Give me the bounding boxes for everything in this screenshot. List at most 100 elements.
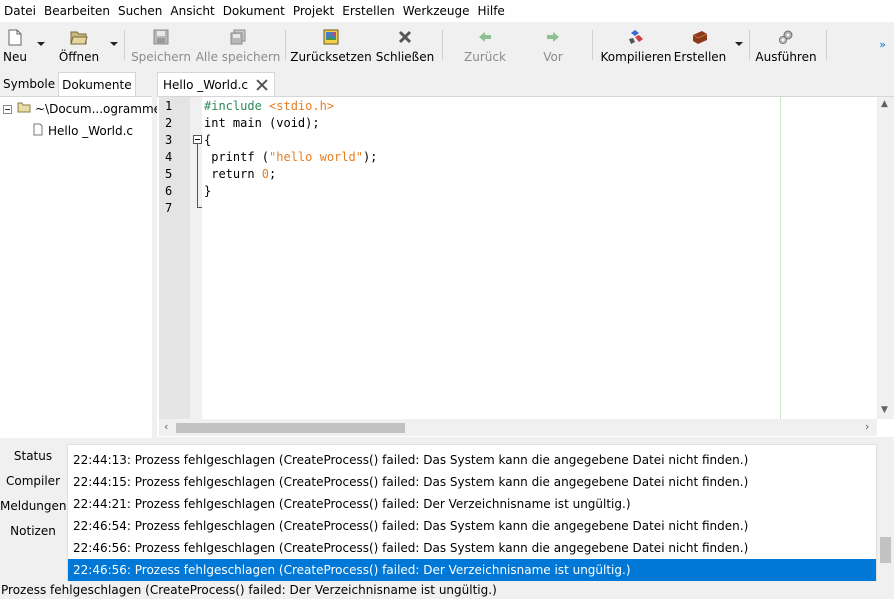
- folder-open-icon: [70, 28, 88, 46]
- code-line-5: return 0;: [204, 166, 276, 183]
- new-file-icon: [6, 28, 24, 46]
- line-number: 5: [165, 167, 173, 181]
- file-icon: [33, 123, 43, 139]
- run-button-label: Ausführen: [755, 50, 817, 64]
- line-number: 2: [165, 116, 173, 130]
- code-token: 0: [261, 167, 270, 181]
- code-line-4: printf ("hello world");: [204, 149, 377, 166]
- folder-label: ~\Docum...ogramme: [35, 102, 162, 116]
- menu-hilfe[interactable]: Hilfe: [474, 0, 509, 22]
- forward-button[interactable]: Vor: [536, 24, 570, 66]
- toolbar-separator: [124, 30, 125, 60]
- code-token: printf (: [204, 150, 270, 164]
- code-token: ;: [269, 167, 277, 181]
- line-number-gutter: 1 2 3 4 5 6 7: [159, 97, 190, 419]
- editor-vertical-scrollbar[interactable]: ▲ ▼: [877, 97, 894, 419]
- menu-ansicht[interactable]: Ansicht: [166, 0, 218, 22]
- toolbar-separator: [826, 30, 827, 60]
- save-all-button[interactable]: Alle speichern: [196, 24, 280, 66]
- code-token: <stdio.h>: [269, 99, 335, 113]
- code-editor[interactable]: 1 2 3 4 5 6 7 #include <stdio.h> int mai…: [157, 96, 894, 437]
- menu-datei[interactable]: Datei: [0, 0, 40, 22]
- line-number: 4: [165, 150, 173, 164]
- folder-icon: [17, 102, 31, 116]
- save-button[interactable]: Speichern: [131, 24, 191, 66]
- list-item[interactable]: 22:46:54: Prozess fehlgeschlagen (Create…: [68, 515, 876, 537]
- scroll-down-icon[interactable]: ▼: [881, 405, 888, 415]
- message-panel: Status Compiler Meldungen Notizen 22:44:…: [0, 444, 894, 582]
- tree-folder-row[interactable]: ~\Docum...ogramme: [3, 99, 161, 119]
- scroll-left-icon[interactable]: ‹: [164, 420, 168, 433]
- save-all-icon: [229, 28, 247, 46]
- scrollbar-thumb[interactable]: [880, 537, 891, 563]
- run-button[interactable]: Ausführen: [755, 24, 817, 66]
- close-button[interactable]: Schließen: [375, 24, 435, 66]
- build-brick-icon: [691, 28, 709, 46]
- forward-button-label: Vor: [543, 50, 563, 64]
- editor-tab-label: Hello _World.c: [163, 77, 249, 92]
- menu-suchen[interactable]: Suchen: [114, 0, 166, 22]
- line-number: 7: [165, 201, 173, 215]
- revert-icon: [322, 28, 340, 46]
- menu-dokument[interactable]: Dokument: [219, 0, 289, 22]
- open-dropdown-arrow[interactable]: [110, 42, 118, 46]
- list-item-selected[interactable]: 22:46:56: Prozess fehlgeschlagen (Create…: [68, 559, 876, 581]
- code-token: return: [204, 167, 262, 181]
- message-tabs: Status Compiler Meldungen Notizen: [0, 444, 67, 582]
- close-tab-icon[interactable]: [256, 79, 268, 91]
- back-button[interactable]: Zurück: [462, 24, 508, 66]
- close-button-label: Schließen: [375, 50, 435, 64]
- scroll-up-icon[interactable]: ▲: [881, 99, 888, 109]
- open-button[interactable]: Öffnen: [57, 24, 101, 66]
- new-button[interactable]: Neu: [2, 24, 28, 66]
- menu-bearbeiten[interactable]: Bearbeiten: [40, 0, 114, 22]
- list-item[interactable]: 22:44:13: Prozess fehlgeschlagen (Create…: [68, 449, 876, 471]
- line-number: 6: [165, 184, 173, 198]
- list-item[interactable]: 22:46:56: Prozess fehlgeschlagen (Create…: [68, 537, 876, 559]
- menubar: Datei Bearbeiten Suchen Ansicht Dokument…: [0, 0, 894, 22]
- build-dropdown-arrow[interactable]: [735, 42, 743, 46]
- editor-tab-hello-world[interactable]: Hello _World.c: [157, 72, 276, 96]
- new-dropdown-arrow[interactable]: [37, 42, 45, 46]
- collapse-icon[interactable]: [3, 104, 12, 114]
- scrollbar-thumb[interactable]: [176, 423, 405, 433]
- gears-icon: [777, 28, 795, 46]
- fold-guide: [197, 144, 198, 207]
- tab-compiler[interactable]: Compiler: [0, 469, 66, 493]
- tab-meldungen[interactable]: Meldungen: [0, 494, 67, 518]
- list-item[interactable]: 22:44:15: Prozess fehlgeschlagen (Create…: [68, 471, 876, 493]
- compile-button[interactable]: Kompilieren: [601, 24, 671, 66]
- close-icon: [396, 28, 414, 46]
- tab-notizen[interactable]: Notizen: [0, 519, 66, 543]
- editor-tabbar: Hello _World.c: [157, 70, 894, 96]
- menu-werkzeuge[interactable]: Werkzeuge: [399, 0, 474, 22]
- build-button[interactable]: Erstellen: [674, 24, 726, 66]
- arrow-left-icon: [476, 28, 494, 46]
- menu-erstellen[interactable]: Erstellen: [338, 0, 399, 22]
- code-line-6: }: [204, 184, 212, 198]
- save-button-label: Speichern: [131, 50, 191, 64]
- tab-dokumente[interactable]: Dokumente: [58, 72, 136, 96]
- editor-horizontal-scrollbar[interactable]: ‹ ›: [159, 419, 877, 436]
- tab-symbole[interactable]: Symbole: [0, 72, 58, 96]
- scroll-right-icon[interactable]: ›: [865, 420, 869, 433]
- documents-tree: ~\Docum...ogramme Hello _World.c: [0, 96, 161, 438]
- fold-toggle-icon[interactable]: [193, 135, 202, 144]
- toolbar-separator: [442, 30, 443, 60]
- toolbar-overflow-button[interactable]: »: [879, 38, 886, 51]
- revert-button[interactable]: Zurücksetzen: [290, 24, 372, 66]
- arrow-right-icon: [544, 28, 562, 46]
- back-button-label: Zurück: [464, 50, 506, 64]
- menu-projekt[interactable]: Projekt: [289, 0, 338, 22]
- status-bar: Prozess fehlgeschlagen (CreateProcess() …: [0, 582, 894, 599]
- status-message-list[interactable]: 22:44:13: Prozess fehlgeschlagen (Create…: [67, 444, 877, 581]
- message-scrollbar[interactable]: [877, 444, 894, 581]
- fold-guide-end: [197, 207, 202, 208]
- tree-file-row[interactable]: Hello _World.c: [33, 121, 133, 141]
- tab-status[interactable]: Status: [0, 444, 66, 468]
- list-item[interactable]: 22:44:21: Prozess fehlgeschlagen (Create…: [68, 493, 876, 515]
- open-button-label: Öffnen: [58, 50, 100, 64]
- compile-icon: [627, 28, 645, 46]
- fold-margin: [190, 97, 202, 419]
- toolbar-separator: [592, 30, 593, 60]
